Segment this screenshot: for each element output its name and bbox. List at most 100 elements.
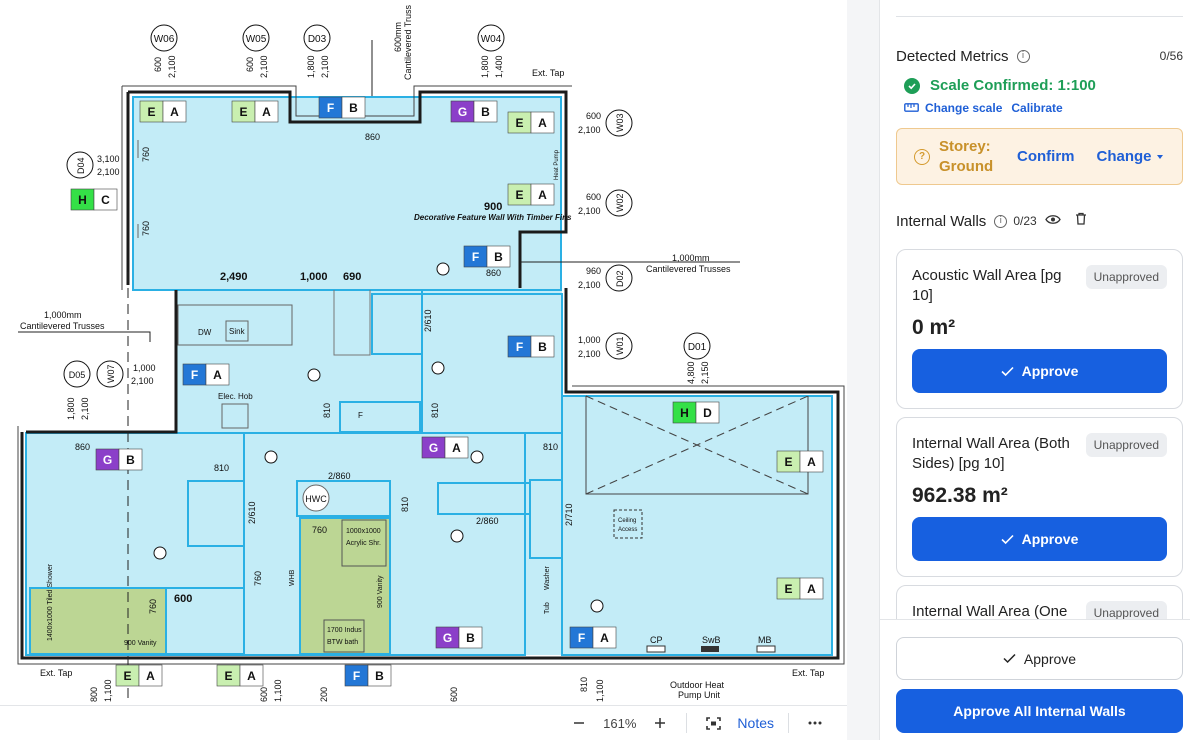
dim-label: 2,100 [578, 280, 601, 290]
wall-type-tag[interactable]: GB [435, 626, 483, 649]
check-icon [1001, 366, 1014, 376]
metric-cards-list[interactable]: Acoustic Wall Area [pg 10] Unapproved 0 … [896, 249, 1183, 619]
info-icon[interactable]: i [1016, 49, 1030, 63]
metric-card-title: Acoustic Wall Area [pg 10] [912, 267, 1062, 304]
sink-label: Sink [229, 327, 246, 336]
dim-label: 810 [579, 677, 589, 692]
floor-plan-canvas[interactable]: W06 W05 D03 W04 600 2,100 600 2,100 1,80… [0, 0, 847, 705]
plan-viewer[interactable]: W06 W05 D03 W04 600 2,100 600 2,100 1,80… [0, 0, 847, 740]
wall-type-tag[interactable]: EA [231, 100, 279, 123]
storey-change-dropdown[interactable]: Change [1097, 148, 1163, 165]
detected-metrics-count: 0/56 [1159, 49, 1183, 63]
panel-divider[interactable] [847, 0, 880, 740]
zoom-out-icon[interactable] [565, 709, 593, 737]
detected-metrics-title: Detected Metrics [896, 47, 1009, 65]
wall-type-tag[interactable]: EA [776, 450, 824, 473]
dim-600mm: 600mm [393, 22, 403, 52]
dim-label: 2,100 [131, 376, 154, 386]
ceiling-access-label-2: Access [618, 527, 637, 533]
metric-card: Internal Wall Area (Both Sides) [pg 10] … [896, 417, 1183, 577]
storey-banner: ? Storey: Ground Confirm Change [896, 128, 1183, 185]
wall-type-letter: F [191, 368, 198, 382]
dim-label: 2,100 [80, 397, 90, 420]
dim-label: 760 [312, 525, 327, 535]
help-circle-icon: ? [914, 148, 930, 165]
notes-button[interactable]: Notes [737, 709, 774, 737]
wall-type-tag[interactable]: EA [115, 664, 163, 687]
dim-label: 200 [319, 687, 329, 702]
approve-all-button[interactable]: Approve All Internal Walls [896, 689, 1183, 733]
wall-type-tag[interactable]: FA [569, 626, 617, 649]
dim-label: 2,100 [578, 206, 601, 216]
dim-label: 2/610 [423, 309, 433, 332]
approve-button[interactable]: Approve [912, 517, 1167, 561]
marker-w02: W02 [615, 193, 625, 212]
elec-hob-label: Elec. Hob [218, 392, 253, 401]
approve-button[interactable]: Approve [912, 349, 1167, 393]
chevron-down-icon [1156, 154, 1163, 159]
change-scale-link[interactable]: Change scale [925, 101, 1002, 115]
wall-type-tag[interactable]: EA [507, 183, 555, 206]
storey-label: Storey: Ground [939, 137, 994, 175]
storey-confirm-button[interactable]: Confirm [1017, 148, 1075, 165]
outdoor-heat-pump-label-1: Outdoor Heat [670, 680, 725, 690]
more-options-icon[interactable] [801, 709, 829, 737]
dim-label: 2,150 [700, 361, 710, 384]
dim-label: 2,100 [578, 349, 601, 359]
zoom-in-icon[interactable] [646, 709, 674, 737]
dim-label: 960 [586, 266, 601, 276]
mb-label: MB [758, 635, 772, 645]
internal-walls-header: Internal Walls i 0/23 [896, 212, 1087, 230]
info-icon[interactable]: i [994, 214, 1008, 228]
dim-label: 600 [586, 111, 601, 121]
wall-type-tag[interactable]: FB [507, 335, 555, 358]
whb-label: WHB [289, 569, 296, 586]
wall-type-tag[interactable]: GB [95, 448, 143, 471]
wall-type-letter: H [680, 406, 689, 420]
wall-type-grade: B [126, 453, 135, 467]
fit-screen-icon[interactable] [699, 709, 727, 737]
wall-type-tag[interactable]: GB [450, 100, 498, 123]
wall-type-tag[interactable]: HC [70, 188, 118, 211]
calibrate-link[interactable]: Calibrate [1011, 101, 1062, 115]
metric-card: Acoustic Wall Area [pg 10] Unapproved 0 … [896, 249, 1183, 409]
wall-type-tag[interactable]: FB [318, 96, 366, 119]
zoom-level: 161% [603, 715, 637, 731]
wall-type-letter: G [429, 441, 438, 455]
dim-label: 1,000 [300, 271, 328, 283]
dim-label: 860 [365, 132, 380, 142]
cantilever-left-label: Cantilevered Trusses [20, 321, 105, 331]
wall-type-tag[interactable]: FB [463, 245, 511, 268]
dim-label: 600 [449, 687, 459, 702]
metric-card-title: Internal Wall Area (Both Sides) [pg 10] [912, 435, 1070, 472]
dim-label: 760 [141, 147, 151, 162]
wall-type-letter: F [327, 101, 334, 115]
wall-type-tag[interactable]: FA [182, 363, 230, 386]
wall-type-letter: F [472, 250, 479, 264]
dim-label: 1,800 [66, 397, 76, 420]
wall-type-tag[interactable]: EA [139, 100, 187, 123]
wall-type-tag[interactable]: HD [672, 401, 720, 424]
dim-label: 2,490 [220, 271, 248, 283]
dim-label: 2,100 [320, 55, 330, 78]
storey-change-label: Change [1096, 148, 1152, 165]
trash-icon[interactable] [1075, 212, 1087, 230]
marker-d01: D01 [688, 342, 707, 353]
wall-type-tag[interactable]: EA [216, 664, 264, 687]
wall-type-grade: A [170, 105, 179, 119]
wall-type-tag[interactable]: FB [344, 664, 392, 687]
check-icon [1003, 653, 1016, 664]
dim-label: 4,800 [686, 361, 696, 384]
eye-icon[interactable] [1044, 212, 1061, 230]
scale-status: Scale Confirmed: 1:100 [904, 77, 1096, 94]
wall-type-tag[interactable]: GA [421, 436, 469, 459]
wall-type-grade: A [538, 188, 547, 202]
dim-label: 2/860 [328, 471, 351, 481]
metrics-panel: Detected Metrics i 0/56 Scale Confirmed:… [880, 0, 1190, 740]
ext-tap-label: Ext. Tap [792, 668, 824, 678]
wall-type-tag[interactable]: EA [776, 577, 824, 600]
wall-type-letter: E [147, 105, 155, 119]
approve-selected-button[interactable]: Approve [896, 637, 1183, 680]
ruler-icon[interactable] [904, 101, 919, 115]
wall-type-tag[interactable]: EA [507, 111, 555, 134]
